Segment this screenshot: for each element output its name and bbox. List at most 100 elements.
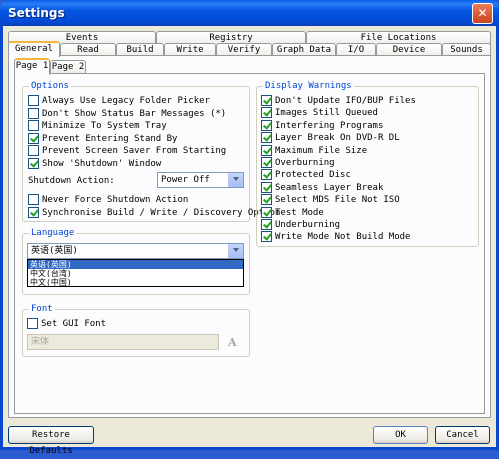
checkbox-item[interactable]: Synchronise Build / Write / Discovery Op… [28,206,281,219]
checkbox-label: Test Mode [275,207,324,218]
checkbox-item[interactable]: Interfering Programs [261,119,384,132]
button-label: Restore Defaults [29,430,73,456]
checkbox-label: Interfering Programs [275,120,384,131]
display-warnings-group-title: Display Warnings [263,81,354,91]
tab-label: Read [77,45,99,55]
tab-label: Registry [209,33,253,43]
checkbox-checked[interactable] [261,194,272,206]
checkbox-label: Protected Disc [275,170,351,181]
checkbox-label: Always Use Legacy Folder Picker [42,96,210,106]
checkbox-item[interactable]: Never Force Shutdown Action [28,194,188,206]
checkbox-item[interactable]: Always Use Legacy Folder Picker [28,95,210,107]
tab-label: Device [392,45,426,55]
checkbox-label: Maximum File Size [275,145,368,156]
font-picker-icon: A [228,336,237,349]
checkbox-checked[interactable] [28,206,39,218]
shutdown-action-value: Power Off [161,175,210,185]
checkbox-item[interactable]: Show 'Shutdown' Window [28,158,161,170]
tab-general[interactable]: General [8,41,60,57]
checkbox-item[interactable]: Seamless Layer Break [261,181,384,194]
subtab-label: Page 2 [51,62,85,72]
cancel-button[interactable]: Cancel [435,426,490,444]
checkbox-item[interactable]: Don't Show Status Bar Messages (*) [28,107,226,120]
checkbox-item[interactable]: Write Mode Not Build Mode [261,231,410,243]
checkbox-checked[interactable] [261,206,272,218]
tab-label: Sounds [450,45,483,55]
checkbox-unchecked[interactable] [28,194,39,205]
checkbox-item[interactable]: Overburning [261,157,335,169]
checkbox-label: Never Force Shutdown Action [42,195,189,205]
language-value: 英语(英国) [31,246,78,256]
checkbox-checked[interactable] [261,144,272,156]
title-bar[interactable]: Settings ✕ [0,0,499,26]
restore-defaults-button[interactable]: Restore Defaults [8,426,94,456]
language-option[interactable]: 中文(中国) [28,278,243,287]
checkbox-checked[interactable] [261,95,272,106]
checkbox-checked[interactable] [28,132,39,144]
close-icon: ✕ [477,6,488,20]
checkbox-checked[interactable] [261,231,272,243]
checkbox-item[interactable]: Don't Update IFO/BUP Files [261,95,416,107]
checkbox-label: Prevent Entering Stand By [42,133,178,144]
checkbox-label: Select MDS File Not ISO [275,195,400,206]
checkbox-checked[interactable] [261,107,272,119]
checkbox-item[interactable]: Prevent Entering Stand By [28,132,178,145]
checkbox-label: Set GUI Font [41,319,107,329]
shutdown-action-label: Shutdown Action: [28,176,115,186]
checkbox-checked[interactable] [261,119,272,131]
tab-label: General [15,44,53,54]
checkbox-checked[interactable] [261,132,272,144]
font-field: 宋体 [27,334,219,350]
checkbox-item[interactable]: Minimize To System Tray [28,120,167,132]
checkbox-label: Synchronise Build / Write / Discovery Op… [42,207,281,218]
checkbox-item[interactable]: Select MDS File Not ISO [261,194,400,206]
tab-label: Events [65,33,99,43]
language-option[interactable]: 英语(英国) [28,260,243,269]
checkbox-checked[interactable] [261,181,272,193]
checkbox-checked[interactable] [261,157,272,168]
ok-button[interactable]: OK [373,426,428,444]
checkbox-checked[interactable] [261,219,272,230]
subtab-label: Page 1 [15,61,49,71]
checkbox-item[interactable]: Maximum File Size [261,144,368,157]
checkbox-label: Underburning [275,220,341,230]
tab-label: Write [176,45,204,55]
checkbox-label: Prevent Screen Saver From Starting [42,146,227,157]
checkbox-unchecked[interactable] [28,145,39,157]
chevron-down-icon[interactable] [228,173,243,187]
chevron-down-icon[interactable] [228,244,243,258]
checkbox-item[interactable]: Layer Break On DVD-R DL [261,132,400,144]
checkbox-item[interactable]: Protected Disc [261,169,351,181]
subtab-page-1[interactable]: Page 1 [14,58,50,75]
tab-label: File Locations [360,33,437,43]
set-gui-font-checkbox[interactable]: Set GUI Font [27,318,106,330]
checkbox-item[interactable]: Images Still Queued [261,107,378,119]
checkbox-checked[interactable] [261,169,272,181]
checkbox-unchecked[interactable] [28,120,39,132]
checkbox-label: Minimize To System Tray [42,121,167,132]
checkbox-label: Images Still Queued [275,108,378,119]
tab-label: Verify [227,45,261,55]
checkbox-item[interactable]: Test Mode [261,206,324,219]
checkbox-box[interactable] [27,318,38,329]
window-title: Settings [8,6,65,20]
tab-label: Graph Data [276,45,332,55]
checkbox-item[interactable]: Prevent Screen Saver From Starting [28,145,226,157]
checkbox-checked[interactable] [28,158,39,169]
language-option[interactable]: 中文(台湾) [28,269,243,278]
language-group-title: Language [29,228,77,238]
checkbox-label: Seamless Layer Break [275,182,384,193]
checkbox-label: Layer Break On DVD-R DL [275,133,400,144]
button-label: Cancel [446,430,479,440]
close-button[interactable]: ✕ [472,3,493,24]
tab-label: I/O [347,45,365,55]
checkbox-label: Write Mode Not Build Mode [275,232,411,243]
checkbox-item[interactable]: Underburning [261,219,340,231]
checkbox-label: Show 'Shutdown' Window [42,159,162,169]
checkbox-unchecked[interactable] [28,95,39,106]
language-dropdown-list: 英语(英国) 中文(台湾) 中文(中国) [27,259,244,287]
shutdown-action-select[interactable]: Power Off [157,172,244,188]
language-select[interactable]: 英语(英国) [27,243,244,259]
font-group-title: Font [29,304,55,314]
checkbox-unchecked[interactable] [28,107,39,119]
